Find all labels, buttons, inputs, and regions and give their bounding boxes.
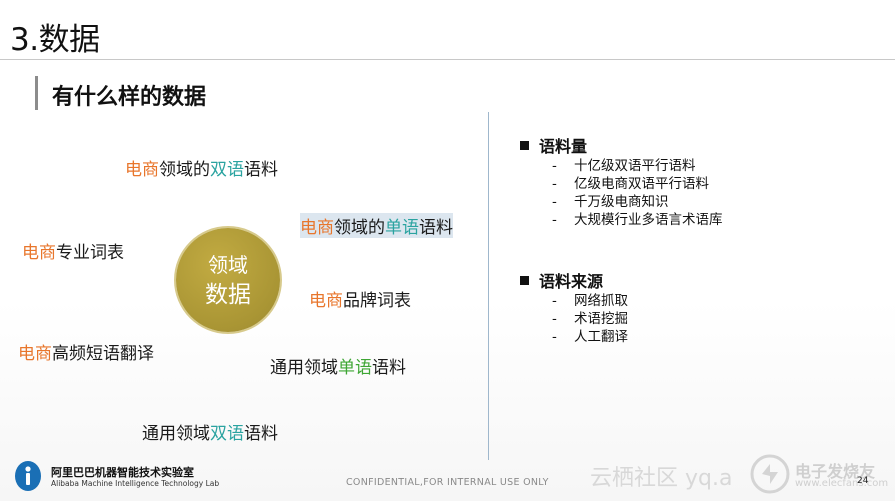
phrase-part: 领域的	[159, 160, 210, 180]
list-item-text: 大规模行业多语言术语库	[574, 212, 723, 228]
domain-data-circle: 领域 数据	[176, 228, 280, 332]
list-item-text: 亿级电商双语平行语料	[574, 176, 709, 192]
section-corpus-sources: 语料来源 - 网络抓取 - 术语挖掘 - 人工翻译	[520, 270, 628, 346]
section-list: - 网络抓取 - 术语挖掘 - 人工翻译	[552, 292, 628, 346]
square-bullet-icon	[520, 275, 529, 285]
slide-subtitle: 有什么样的数据	[52, 85, 207, 110]
slide: 3.数据 有什么样的数据 电商领域的双语语料 电商领域的单语语料 电商专业词表 …	[0, 0, 895, 501]
dash: -	[552, 212, 557, 228]
dash: -	[552, 311, 557, 327]
phrase-part: 语料	[372, 358, 406, 378]
phrase-part: 电商	[22, 243, 56, 263]
phrase-part: 语料	[244, 160, 278, 180]
phrase-part: 双语	[210, 424, 244, 444]
phrase-part: 电商	[18, 344, 52, 364]
list-item-text: 术语挖掘	[574, 311, 628, 327]
phrase-ecommerce-brand-list: 电商品牌词表	[309, 286, 411, 311]
lab-name-cn: 阿里巴巴机器智能技术实验室	[51, 466, 194, 479]
phrase-ecommerce-monolingual-corpus: 电商领域的单语语料	[300, 213, 453, 238]
list-item-text: 十亿级双语平行语料	[574, 158, 696, 174]
watermark-elecfans-en: www.elecfans.com	[795, 478, 889, 489]
phrase-part: 双语	[210, 160, 244, 180]
slide-title: 3.数据	[10, 22, 100, 58]
list-item: - 大规模行业多语言术语库	[552, 211, 723, 229]
phrase-ecommerce-bilingual-corpus: 电商领域的双语语料	[125, 155, 278, 180]
section-heading-text: 语料量	[539, 137, 588, 156]
section-list: - 十亿级双语平行语料 - 亿级电商双语平行语料 - 千万级电商知识 - 大规模行业多语…	[552, 157, 723, 229]
list-item: - 亿级电商双语平行语料	[552, 175, 723, 193]
circle-line-2: 数据	[205, 282, 251, 308]
dash: -	[552, 293, 557, 309]
section-heading: 语料量	[520, 135, 723, 156]
list-item: - 人工翻译	[552, 328, 628, 346]
section-heading-text: 语料来源	[539, 272, 604, 291]
list-item: - 术语挖掘	[552, 310, 628, 328]
vertical-divider	[488, 112, 489, 460]
phrase-part: 语料	[244, 424, 278, 444]
page-number: 24	[857, 476, 869, 486]
list-item: - 千万级电商知识	[552, 193, 723, 211]
phrase-part: 通用领域	[142, 424, 210, 444]
lab-logo-icon	[15, 461, 41, 491]
dash: -	[552, 329, 557, 345]
phrase-ecommerce-phrase-translation: 电商高频短语翻译	[18, 339, 154, 364]
phrase-part: 单语	[338, 358, 372, 378]
title-divider	[0, 59, 895, 60]
section-heading: 语料来源	[520, 270, 628, 291]
phrase-part: 品牌词表	[343, 291, 411, 311]
phrase-part: 电商	[309, 291, 343, 311]
phrase-part: 领域的	[334, 218, 385, 238]
list-item-text: 千万级电商知识	[574, 194, 669, 210]
list-item: - 十亿级双语平行语料	[552, 157, 723, 175]
list-item-text: 网络抓取	[574, 293, 628, 309]
watermark-yunqi: 云栖社区 yq.a	[590, 466, 733, 491]
square-bullet-icon	[520, 140, 529, 150]
confidential-notice: CONFIDENTIAL,FOR INTERNAL USE ONLY	[346, 477, 549, 488]
dash: -	[552, 158, 557, 174]
phrase-ecommerce-term-list: 电商专业词表	[22, 238, 124, 263]
section-corpus-volume: 语料量 - 十亿级双语平行语料 - 亿级电商双语平行语料 - 千万级电商知识 - 大规模…	[520, 135, 723, 229]
lab-name-en: Alibaba Machine Intelligence Technology …	[51, 479, 220, 488]
phrase-part: 电商	[300, 218, 334, 238]
phrase-part: 高频短语翻译	[52, 344, 154, 364]
subtitle-accent-bar	[35, 76, 38, 110]
circle-line-1: 领域	[208, 253, 248, 277]
phrase-part: 专业词表	[56, 243, 124, 263]
phrase-part: 电商	[125, 160, 159, 180]
dash: -	[552, 176, 557, 192]
phrase-general-monolingual-corpus: 通用领域单语语料	[270, 353, 406, 378]
dash: -	[552, 194, 557, 210]
phrase-part: 通用领域	[270, 358, 338, 378]
phrase-part: 单语	[385, 218, 419, 238]
list-item: - 网络抓取	[552, 292, 628, 310]
phrase-part: 语料	[419, 218, 453, 238]
phrase-general-bilingual-corpus: 通用领域双语语料	[142, 419, 278, 444]
list-item-text: 人工翻译	[574, 329, 628, 345]
